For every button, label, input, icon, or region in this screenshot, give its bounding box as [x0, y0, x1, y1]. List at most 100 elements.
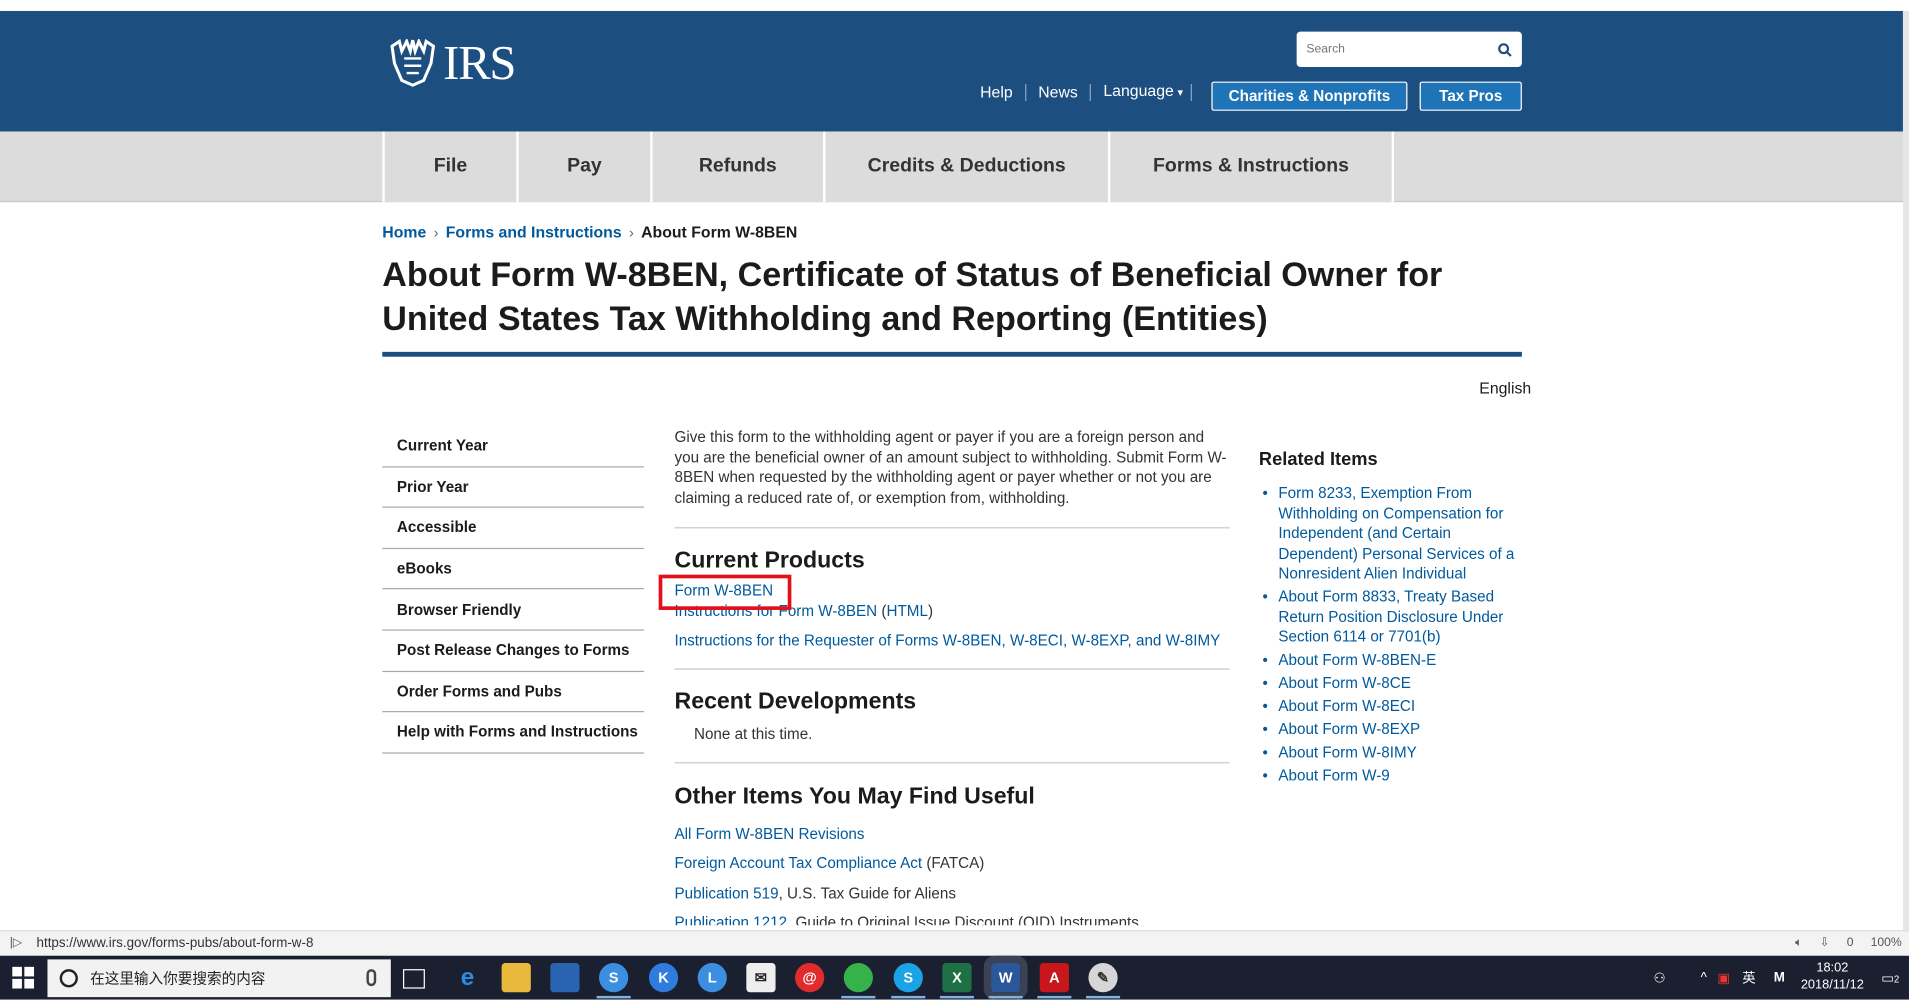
pub-1212-link[interactable]: Publication 1212: [674, 914, 787, 925]
other-items-list: All Form W-8BEN Revisions Foreign Accoun…: [674, 819, 1229, 925]
clock-time: 18:02: [1816, 960, 1849, 976]
form-w8exp-link[interactable]: About Form W-8EXP: [1278, 721, 1420, 738]
page-title: About Form W-8BEN, Certificate of Status…: [382, 255, 1443, 338]
browser-s-icon[interactable]: S: [599, 963, 629, 993]
form-8233-link[interactable]: Form 8233, Exemption From Withholding on…: [1278, 485, 1514, 582]
tax-pros-button[interactable]: Tax Pros: [1419, 81, 1522, 111]
title-divider: [382, 351, 1522, 357]
paint-icon[interactable]: ✎: [1088, 963, 1118, 993]
scrollbar[interactable]: [1902, 10, 1909, 931]
irs-logo[interactable]: IRS: [387, 35, 517, 91]
notification-icon[interactable]: ▭2: [1881, 970, 1899, 986]
app-k-icon[interactable]: K: [648, 963, 679, 993]
intro-text: Give this form to the withholding agent …: [674, 428, 1227, 506]
nav-forms-instructions[interactable]: Forms & Instructions: [1107, 131, 1392, 203]
form-w8imy-link[interactable]: About Form W-8IMY: [1278, 744, 1416, 761]
eagle-icon: [390, 38, 436, 87]
related-items-heading: Related Items: [1258, 449, 1378, 470]
charities-button[interactable]: Charities & Nonprofits: [1211, 81, 1408, 111]
taskbar-search[interactable]: 在这里输入你要搜索的内容: [47, 959, 391, 998]
chevron-right-icon: ›: [433, 223, 439, 241]
ime-mode-icon[interactable]: M: [1774, 970, 1785, 985]
language-indicator[interactable]: English: [1479, 379, 1531, 397]
list-item: All Form W-8BEN Revisions: [674, 819, 1229, 849]
side-item-current-year[interactable]: Current Year: [382, 426, 645, 468]
language-menu[interactable]: Language ▾: [1091, 82, 1190, 101]
task-view-icon[interactable]: [402, 969, 425, 989]
instructions-html-link[interactable]: HTML: [887, 602, 928, 619]
side-item-prior-year[interactable]: Prior Year: [382, 467, 645, 508]
file-explorer-icon[interactable]: [501, 963, 531, 993]
side-item-ebooks[interactable]: eBooks: [382, 549, 645, 590]
related-item: About Form W-8EXP: [1259, 720, 1521, 740]
speaker-icon[interactable]: 🔈︎: [1795, 936, 1802, 949]
help-link[interactable]: Help: [980, 83, 1027, 101]
mail-icon[interactable]: ✉: [746, 963, 776, 993]
site-search[interactable]: [1296, 31, 1522, 67]
side-item-accessible[interactable]: Accessible: [382, 508, 645, 549]
chevron-down-icon: ▾: [1177, 86, 1183, 99]
status-url: https://www.irs.gov/forms-pubs/about-for…: [36, 936, 314, 951]
skype-icon[interactable]: S: [893, 963, 923, 993]
store-icon[interactable]: [550, 963, 580, 993]
app-l-icon[interactable]: L: [697, 963, 727, 993]
excel-icon[interactable]: X: [942, 963, 972, 993]
nav-file[interactable]: File: [382, 131, 517, 203]
logo-text: IRS: [443, 35, 516, 91]
nav-divider: [1391, 131, 1395, 203]
netease-music-icon[interactable]: @: [795, 963, 825, 993]
form-w8ben-e-link[interactable]: About Form W-8BEN-E: [1278, 651, 1436, 668]
nav-credits-deductions[interactable]: Credits & Deductions: [823, 131, 1108, 203]
form-w8ce-link[interactable]: About Form W-8CE: [1278, 674, 1410, 691]
form-w8eci-link[interactable]: About Form W-8ECI: [1278, 698, 1415, 715]
requester-instructions-link[interactable]: Instructions for the Requester of Forms …: [674, 632, 1220, 649]
taskbar-search-placeholder: 在这里输入你要搜索的内容: [90, 970, 266, 988]
status-indicators: 🔈︎ ⇩ 0 100%: [1795, 936, 1902, 949]
other-items-heading: Other Items You May Find Useful: [674, 783, 1035, 810]
taskbar-clock[interactable]: 18:02 2018/11/12: [1797, 959, 1868, 993]
search-input[interactable]: [1306, 42, 1490, 57]
active-indicator: [1086, 995, 1121, 999]
related-item: About Form W-8ECI: [1259, 696, 1521, 716]
wechat-icon[interactable]: [843, 963, 873, 993]
search-icon[interactable]: [1498, 42, 1513, 57]
download-icon[interactable]: ⇩: [1820, 936, 1830, 949]
active-indicator: [841, 995, 876, 999]
breadcrumb-current: About Form W-8BEN: [641, 222, 798, 242]
active-indicator: [988, 995, 1023, 999]
recent-developments-text: None at this time.: [693, 725, 813, 743]
chevron-up-icon[interactable]: ^: [1701, 970, 1707, 985]
fatca-link[interactable]: Foreign Account Tax Compliance Act: [674, 855, 922, 872]
form-w9-link[interactable]: About Form W-9: [1278, 767, 1389, 784]
ime-language[interactable]: 英: [1742, 968, 1755, 987]
breadcrumb-forms[interactable]: Forms and Instructions: [446, 223, 622, 241]
form-8833-link[interactable]: About Form 8833, Treaty Based Return Pos…: [1278, 588, 1503, 645]
site-header: [0, 10, 1903, 132]
all-revisions-link[interactable]: All Form W-8BEN Revisions: [674, 825, 864, 842]
paren: ): [927, 602, 934, 620]
main-content: Give this form to the withholding agent …: [674, 427, 1230, 925]
zoom-level[interactable]: 100%: [1871, 936, 1902, 949]
windows-start-icon[interactable]: [12, 966, 35, 989]
microphone-icon[interactable]: [366, 969, 377, 987]
breadcrumb: Home › Forms and Instructions › About Fo…: [382, 223, 797, 241]
side-item-help-forms[interactable]: Help with Forms and Instructions: [382, 712, 645, 754]
news-link[interactable]: News: [1026, 83, 1092, 101]
blocked-count[interactable]: 0: [1847, 936, 1854, 949]
acrobat-tray-icon[interactable]: ▣: [1717, 970, 1730, 986]
edge-icon[interactable]: e: [453, 963, 482, 992]
side-item-order-forms[interactable]: Order Forms and Pubs: [382, 672, 645, 713]
word-icon[interactable]: W: [983, 955, 1028, 1000]
nav-pay[interactable]: Pay: [516, 131, 651, 203]
side-item-post-release[interactable]: Post Release Changes to Forms: [382, 631, 645, 672]
nav-refunds[interactable]: Refunds: [650, 131, 824, 203]
people-icon[interactable]: ⚇: [1654, 970, 1666, 986]
side-item-browser-friendly[interactable]: Browser Friendly: [382, 590, 645, 631]
acrobat-icon[interactable]: A: [1039, 963, 1069, 993]
list-item: Publication 1212, Guide to Original Issu…: [674, 908, 1229, 925]
breadcrumb-home[interactable]: Home: [382, 223, 426, 241]
current-products-heading: Current Products: [674, 547, 865, 574]
active-indicator: [1037, 995, 1072, 999]
pub-519-link[interactable]: Publication 519: [674, 885, 778, 902]
recent-developments-heading: Recent Developments: [674, 688, 917, 715]
